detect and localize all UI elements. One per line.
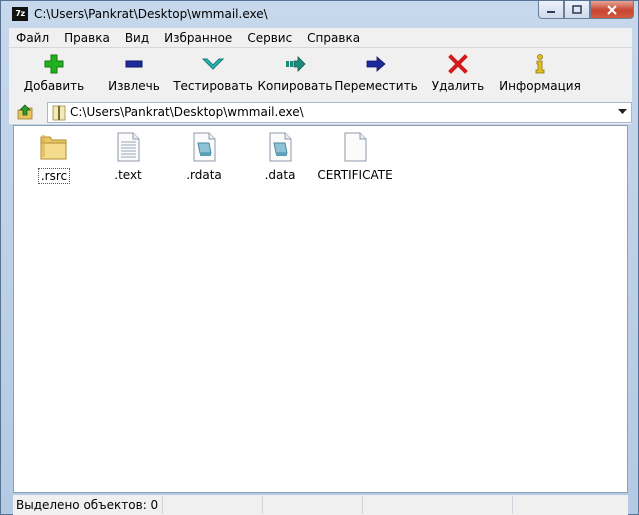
- menu-help[interactable]: Справка: [300, 31, 368, 45]
- window-controls: [538, 1, 634, 19]
- file-name: CERTIFICATE: [317, 168, 393, 182]
- list-item[interactable]: .rsrc: [14, 131, 94, 184]
- path-text: C:\Users\Pankrat\Desktop\wmmail.exe\: [70, 105, 304, 119]
- move-button[interactable]: Переместить: [333, 48, 419, 100]
- status-selected: Выделено объектов: 0: [13, 496, 163, 514]
- move-label: Переместить: [334, 79, 418, 93]
- plus-icon: [44, 54, 64, 74]
- file-name: .data: [264, 168, 296, 182]
- copy-arrow-icon: [286, 56, 306, 72]
- info-button[interactable]: Информация: [497, 48, 583, 100]
- data-file-icon: [269, 132, 292, 162]
- file-name: .rdata: [186, 168, 222, 182]
- menu-tools[interactable]: Сервис: [240, 31, 300, 45]
- maximize-button[interactable]: [564, 1, 590, 19]
- blank-file-icon: [344, 132, 367, 162]
- window-title: C:\Users\Pankrat\Desktop\wmmail.exe\: [34, 6, 268, 21]
- menu-file[interactable]: Файл: [9, 31, 57, 45]
- 7zip-logo-icon[interactable]: 7z: [12, 6, 28, 21]
- test-label: Тестировать: [173, 79, 253, 93]
- test-button[interactable]: Тестировать: [169, 48, 257, 100]
- status-selected-text: Выделено объектов: 0: [16, 498, 159, 512]
- list-item[interactable]: .rdata: [164, 131, 244, 182]
- data-file-icon: [193, 132, 216, 162]
- text-file-icon: [117, 132, 140, 162]
- copy-button[interactable]: Копировать: [257, 48, 333, 100]
- list-item[interactable]: .text: [88, 131, 168, 182]
- chevron-down-icon[interactable]: [618, 108, 627, 115]
- archive-icon: [52, 105, 66, 120]
- file-name: .text: [114, 168, 142, 182]
- status-size: [163, 496, 263, 514]
- file-name: .rsrc: [37, 168, 71, 184]
- folder-up-icon: [17, 104, 33, 120]
- minus-icon: [125, 60, 143, 68]
- folder-icon: [40, 135, 67, 160]
- menu-favorites[interactable]: Избранное: [157, 31, 240, 45]
- list-item[interactable]: CERTIFICATE: [314, 131, 396, 182]
- list-item[interactable]: .data: [240, 131, 320, 182]
- move-arrow-icon: [366, 56, 386, 72]
- up-folder-button[interactable]: [13, 101, 37, 123]
- maximize-icon: [572, 5, 582, 14]
- copy-label: Копировать: [257, 79, 333, 93]
- delete-button[interactable]: Удалить: [419, 48, 497, 100]
- add-button[interactable]: Добавить: [9, 48, 99, 100]
- minimize-button[interactable]: [538, 1, 564, 19]
- menu-edit[interactable]: Правка: [57, 31, 118, 45]
- extract-label: Извлечь: [108, 79, 160, 93]
- delete-label: Удалить: [431, 79, 485, 93]
- delete-x-icon: [448, 54, 468, 74]
- add-label: Добавить: [23, 79, 85, 93]
- minimize-icon: [547, 10, 555, 13]
- app-window: 7z C:\Users\Pankrat\Desktop\wmmail.exe\ …: [0, 0, 639, 515]
- extract-button[interactable]: Извлечь: [99, 48, 169, 100]
- check-chevron-icon: [202, 58, 224, 70]
- status-packed: [263, 496, 363, 514]
- path-combobox[interactable]: C:\Users\Pankrat\Desktop\wmmail.exe\: [47, 101, 632, 123]
- close-button[interactable]: [590, 1, 634, 19]
- info-icon: [535, 54, 545, 74]
- address-bar: C:\Users\Pankrat\Desktop\wmmail.exe\: [9, 100, 632, 124]
- status-bar: Выделено объектов: 0: [13, 495, 628, 515]
- title-bar[interactable]: 7z C:\Users\Pankrat\Desktop\wmmail.exe\: [1, 1, 638, 26]
- status-extra: [513, 496, 623, 514]
- info-label: Информация: [499, 79, 581, 93]
- toolbar: Добавить Извлечь Тестировать Копировать: [9, 48, 632, 100]
- file-list-view[interactable]: .rsrc .text .rdata .data CERTIFICATE: [13, 125, 628, 493]
- menu-view[interactable]: Вид: [118, 31, 157, 45]
- menu-bar: Файл Правка Вид Избранное Сервис Справка: [9, 28, 632, 48]
- close-icon: [607, 4, 617, 15]
- status-modified: [363, 496, 513, 514]
